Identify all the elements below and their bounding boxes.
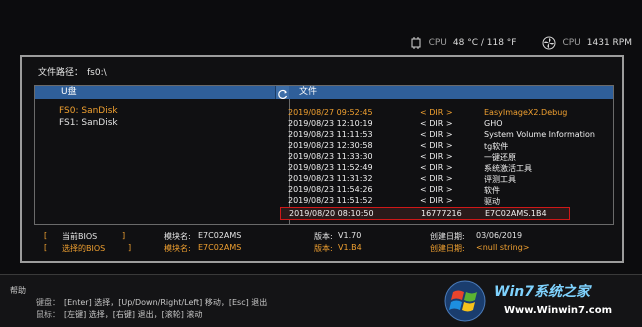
file-size: < DIR > — [420, 108, 453, 117]
file-date: 2019/08/23 12:10:19 — [288, 119, 373, 128]
keyboard-help: 键盘： [Enter] 选择，[Up/Down/Right/Left] 移动，[E… — [36, 297, 267, 308]
current-bios-label: 当前BIOS — [62, 232, 98, 241]
refresh-button[interactable] — [275, 86, 289, 100]
bracket-close: ] — [122, 231, 126, 240]
file-date: 2019/08/23 11:11:53 — [288, 130, 373, 139]
file-date: 2019/08/23 11:33:30 — [288, 152, 373, 161]
file-row[interactable]: 2019/08/27 09:52:45 < DIR > EasyImageX2.… — [288, 108, 598, 119]
selected-version-label: 版本: — [314, 244, 333, 253]
selected-model-label: 模块名: — [164, 244, 191, 253]
current-date-label: 创建日期: — [430, 232, 465, 241]
file-name: System Volume Information — [484, 130, 595, 139]
file-date: 2019/08/23 11:31:32 — [288, 174, 373, 183]
file-size: 16777216 — [421, 209, 462, 218]
file-name: tg软件 — [484, 142, 509, 151]
disk-list-header: U盘 — [35, 86, 275, 99]
current-date: 03/06/2019 — [476, 231, 523, 240]
file-row[interactable]: 2019/08/23 12:10:19 < DIR > GHO — [288, 119, 598, 130]
file-date: 2019/08/23 11:52:49 — [288, 163, 373, 172]
keyboard-help-label: 键盘： — [36, 298, 60, 307]
selected-model: E7C02AMS — [198, 243, 242, 252]
file-path-value: fs0:\ — [87, 68, 107, 78]
file-list-header: 文件 — [289, 86, 613, 99]
cpu-temp-label: CPU — [428, 38, 447, 48]
keyboard-help-text: [Enter] 选择，[Up/Down/Right/Left] 移动，[Esc]… — [64, 298, 268, 307]
current-version: V1.70 — [338, 231, 362, 240]
selected-version: V1.B4 — [338, 243, 362, 252]
cpu-fan-label: CPU — [562, 38, 581, 48]
fan-icon — [542, 36, 556, 50]
file-date: 2019/08/20 08:10:50 — [289, 209, 374, 218]
file-date: 2019/08/23 11:51:52 — [288, 196, 373, 205]
mouse-help: 鼠标： [左键] 选择，[右键] 退出，[滚轮] 滚动 — [36, 309, 202, 320]
file-size: < DIR > — [420, 196, 453, 205]
file-path: 文件路径： fs0:\ — [38, 65, 107, 78]
help-title: 帮助 — [10, 286, 26, 295]
disk-item[interactable]: FS0: SanDisk — [59, 106, 118, 116]
refresh-icon — [278, 89, 288, 100]
file-name: EasyImageX2.Debug — [484, 108, 568, 117]
watermark-brand: Win7系统之家 — [494, 284, 590, 300]
file-row[interactable]: 2019/08/23 11:54:26 < DIR > 软件 — [288, 185, 598, 196]
disk-item[interactable]: FS1: SanDisk — [59, 118, 118, 128]
file-name: 驱动 — [484, 197, 500, 206]
file-row[interactable]: 2019/08/23 11:31:32 < DIR > 评测工具 — [288, 174, 598, 185]
file-row[interactable]: 2019/08/23 11:51:52 < DIR > 驱动 — [288, 196, 598, 207]
file-size: < DIR > — [420, 152, 453, 161]
file-date: 2019/08/23 12:30:58 — [288, 141, 373, 150]
file-date: 2019/08/27 09:52:45 — [288, 108, 373, 117]
file-size: < DIR > — [420, 119, 453, 128]
bracket-open: [ — [44, 231, 48, 240]
file-name: 一键还原 — [484, 153, 516, 162]
file-row[interactable]: 2019/08/23 11:52:49 < DIR > 系统激活工具 — [288, 163, 598, 174]
file-row[interactable]: 2019/08/23 11:11:53 < DIR > System Volum… — [288, 130, 598, 141]
file-size: < DIR > — [420, 185, 453, 194]
mouse-help-label: 鼠标： — [36, 310, 60, 319]
current-version-label: 版本: — [314, 232, 333, 241]
selected-date-label: 创建日期: — [430, 244, 465, 253]
file-row[interactable]: 2019/08/23 11:33:30 < DIR > 一键还原 — [288, 152, 598, 163]
file-name: 软件 — [484, 186, 500, 195]
current-model: E7C02AMS — [198, 231, 242, 240]
cpu-temperature-icon — [411, 37, 421, 49]
file-size: < DIR > — [420, 130, 453, 139]
watermark-url: Www.Winwin7.com — [504, 305, 613, 316]
cpu-fan-value: 1431 RPM — [586, 38, 632, 48]
cpu-temp-value: 48 °C / 118 °F — [452, 38, 517, 48]
file-size: < DIR > — [420, 141, 453, 150]
selected-bios-label[interactable]: 选择的BIOS — [62, 243, 105, 254]
watermark: Win7系统之家 Www.Winwin7.com — [438, 276, 638, 326]
bracket-open: [ — [44, 243, 48, 252]
mouse-help-text: [左键] 选择，[右键] 退出，[滚轮] 滚动 — [64, 310, 203, 319]
file-name: 评测工具 — [484, 175, 516, 184]
file-row-selected[interactable]: 2019/08/20 08:10:50 16777216 E7C02AMS.1B… — [280, 207, 570, 220]
file-name: E7C02AMS.1B4 — [485, 209, 547, 218]
file-name: 系统激活工具 — [484, 164, 532, 173]
current-model-label: 模块名: — [164, 232, 191, 241]
file-name: GHO — [484, 119, 503, 128]
bracket-close: ] — [128, 243, 132, 252]
file-path-label: 文件路径： — [38, 68, 84, 78]
windows-logo-icon — [444, 280, 486, 322]
bios-flash-panel: 文件路径： fs0:\ U盘 文件 FS0: SanDisk FS1: SanDi… — [20, 55, 624, 263]
file-date: 2019/08/23 11:54:26 — [288, 185, 373, 194]
selected-date: <null string> — [476, 243, 530, 252]
file-size: < DIR > — [420, 174, 453, 183]
file-size: < DIR > — [420, 163, 453, 172]
hardware-status: CPU 48 °C / 118 °F CPU 1431 RPM — [409, 36, 632, 50]
file-row[interactable]: 2019/08/23 12:30:58 < DIR > tg软件 — [288, 141, 598, 152]
